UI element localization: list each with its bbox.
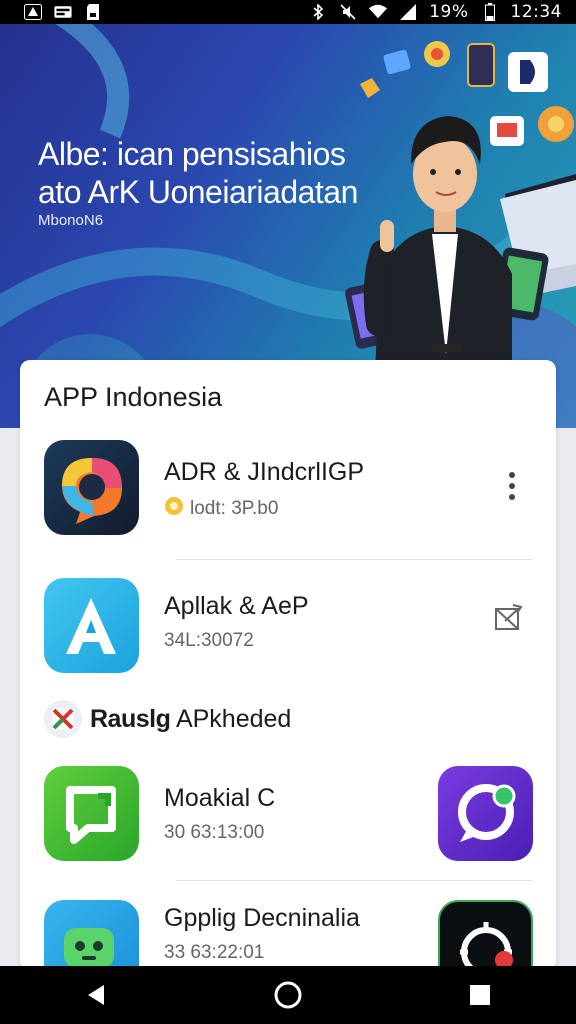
section-header: Rauslg APkheded [44,700,291,738]
mute-icon [339,4,357,20]
purple-chat-icon[interactable] [438,766,533,861]
battery-percent: 19% [429,2,469,22]
divider [176,880,532,881]
app-notification-icon [24,4,42,20]
bluetooth-icon [309,4,327,20]
star-badge-icon [164,496,184,521]
app-row[interactable]: Gpplig Decninalia 33 63:22:01 [20,900,556,970]
app-row[interactable]: Moakial C 30 63:13:00 [20,766,556,866]
app-name: Moakial C [164,784,276,812]
app-name: Gpplig Decninalia [164,904,360,932]
card-title: APP Indonesia [44,382,223,412]
wifi-icon [369,4,388,20]
robot-icon [44,900,139,970]
hero-title-line-1: Albe: ican pensisahios [38,136,346,172]
section-logo-icon [44,700,82,738]
clock: 12:34 [510,2,562,22]
sd-card-icon [84,4,102,20]
app-list-card: APP Indonesia ADR & JIndcrlIGP lodt: 3P.… [20,360,556,970]
app-meta: 33 63:22:01 [164,942,265,963]
app-row[interactable]: Apllak & AeP 34L:30072 [20,578,556,678]
multicolor-chat-icon [44,440,139,535]
recents-icon [470,985,490,1005]
back-button[interactable] [66,973,126,1017]
back-icon [88,985,104,1005]
section-label-bold: Rauslg [90,704,171,733]
more-options-button[interactable] [500,466,524,506]
home-icon [274,981,302,1009]
letter-a-icon [44,578,139,673]
app-name: ADR & JIndcrlIGP [164,458,365,486]
battery-icon [481,3,499,21]
hero-title-line-2: ato ArK Uoneiariadatan [38,174,358,210]
app-meta: lodt: 3P.b0 [190,497,279,519]
divider [176,559,532,560]
share-icon[interactable] [490,600,526,636]
navigation-bar [0,966,576,1024]
timer-app-icon[interactable] [438,900,533,970]
home-button[interactable] [258,973,318,1017]
app-name: Apllak & AeP [164,592,309,620]
news-notification-icon [54,4,72,20]
signal-icon [399,4,417,20]
section-label-rest: APkheded [175,704,292,733]
hero-subtitle: MbonoN6 [38,212,104,229]
green-chat-icon [44,766,139,861]
app-meta: 30 63:13:00 [164,822,265,843]
app-meta: 34L:30072 [164,630,254,651]
app-row[interactable]: ADR & JIndcrlIGP lodt: 3P.b0 [20,440,556,540]
recents-button[interactable] [450,973,510,1017]
status-bar: 19% 12:34 [0,0,576,24]
